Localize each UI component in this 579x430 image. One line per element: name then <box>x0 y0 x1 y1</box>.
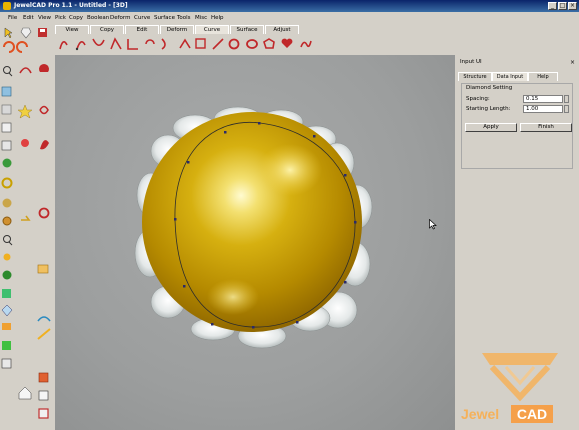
free-curve-icon[interactable] <box>59 41 68 50</box>
tab-structure[interactable]: Structure <box>458 72 492 81</box>
flower-icon[interactable] <box>21 139 29 147</box>
copy-icon[interactable] <box>38 372 49 383</box>
arrow-icon[interactable] <box>21 215 31 221</box>
mouse-cursor-icon <box>429 219 437 230</box>
viewport-3d[interactable] <box>55 55 455 430</box>
grid-curve-icon[interactable] <box>127 39 138 50</box>
curve-toolbar <box>59 37 312 51</box>
sphere-icon[interactable] <box>2 158 12 168</box>
menu-deform[interactable]: Deform <box>110 15 130 21</box>
bezier-curve-icon[interactable] <box>92 38 105 47</box>
circle-icon[interactable] <box>228 38 240 50</box>
torus-icon[interactable] <box>1 177 13 189</box>
diamond-setting-group: Diamond Setting Spacing: 0.15 Starting L… <box>461 83 573 169</box>
menu-tools[interactable]: Tools <box>177 15 191 21</box>
menu-pick[interactable]: Pick <box>55 15 66 21</box>
logo-cad: CAD <box>511 405 553 423</box>
menu-misc[interactable]: Misc <box>195 15 207 21</box>
house-icon[interactable] <box>18 386 32 400</box>
green-box-icon[interactable] <box>2 289 11 298</box>
line-icon[interactable] <box>212 38 224 50</box>
magnify-icon[interactable] <box>3 235 13 246</box>
tab-edit[interactable]: Edit <box>125 25 159 34</box>
tab-copy[interactable]: Copy <box>90 25 124 34</box>
layer-icon[interactable] <box>2 323 11 330</box>
cylinder-icon[interactable] <box>1 104 12 115</box>
wave-icon[interactable] <box>300 40 312 48</box>
offset-curve-icon[interactable] <box>110 37 122 50</box>
app-icon <box>3 2 11 10</box>
close-button[interactable]: × <box>568 2 577 10</box>
group-title: Diamond Setting <box>466 85 513 91</box>
spacing-spinner[interactable] <box>564 95 569 103</box>
tab-data-input[interactable]: Data Input <box>492 72 528 81</box>
fold-icon[interactable] <box>37 264 49 274</box>
logo-jewel: Jewel <box>461 406 500 422</box>
leaf-icon[interactable] <box>40 140 49 150</box>
paste-icon[interactable] <box>38 390 49 401</box>
star-icon[interactable] <box>17 104 33 119</box>
minimize-button[interactable]: _ <box>548 2 557 10</box>
red-curve-icon[interactable] <box>19 67 32 74</box>
tab-help[interactable]: Help <box>528 72 558 81</box>
maximize-button[interactable]: □ <box>558 2 567 10</box>
tab-deform[interactable]: Deform <box>160 25 194 34</box>
spring-icon[interactable] <box>39 105 49 115</box>
helix-curve-icon[interactable] <box>161 38 166 50</box>
ellipse-icon[interactable] <box>246 39 258 49</box>
menu-curve[interactable]: Curve <box>134 15 150 21</box>
tab-curve[interactable]: Curve <box>195 25 229 34</box>
tab-adjust[interactable]: Adjust <box>265 25 299 34</box>
sun-icon[interactable] <box>3 253 11 261</box>
left-toolbar <box>1 64 51 419</box>
menu-edit[interactable]: Edit <box>23 15 34 21</box>
point-curve-icon[interactable] <box>75 41 86 51</box>
title-bar: JewelCAD Pro 1.1 - Untitled - [3D] _ □ × <box>0 0 579 12</box>
menu-file[interactable]: File <box>8 15 17 21</box>
polygon-icon[interactable] <box>263 38 275 49</box>
shell-icon[interactable] <box>39 64 49 72</box>
panel-title-bar: Input UI × <box>455 59 579 68</box>
tab-view[interactable]: View <box>55 25 89 34</box>
panel-title: Input UI <box>460 59 482 65</box>
finish-button[interactable]: Finish <box>520 123 572 132</box>
panel-close-icon[interactable]: × <box>570 59 575 66</box>
mesh-icon[interactable] <box>1 140 12 151</box>
ring-icon[interactable] <box>2 198 12 208</box>
jewelcad-logo: Jewel CAD <box>461 405 573 423</box>
cube-icon[interactable] <box>1 86 12 97</box>
tab-surface[interactable]: Surface <box>230 25 264 34</box>
menu-view[interactable]: View <box>38 15 51 21</box>
diamond-icon[interactable] <box>1 304 13 317</box>
starting-length-label: Starting Length: <box>466 106 511 112</box>
menu-bar: File Edit View Pick Copy Boolean Deform … <box>0 12 579 24</box>
twist-icon[interactable] <box>37 316 51 322</box>
ribbon-tabs: View Copy Edit Deform Curve Surface Adju… <box>55 25 455 35</box>
stack-icon[interactable] <box>2 341 11 350</box>
spacing-label: Spacing: <box>466 96 490 102</box>
window-title: JewelCAD Pro 1.1 - Untitled - [3D] <box>14 2 128 9</box>
bend-icon[interactable] <box>37 328 51 340</box>
spiral-curve-icon[interactable] <box>145 39 155 45</box>
menu-copy[interactable]: Copy <box>69 15 83 21</box>
menu-help[interactable]: Help <box>211 15 224 21</box>
list-icon[interactable] <box>1 358 12 369</box>
menu-boolean[interactable]: Boolean <box>87 15 109 21</box>
globe-icon[interactable] <box>2 270 12 280</box>
heart-icon[interactable] <box>281 38 293 48</box>
jewelcad-logo-mark <box>482 353 558 402</box>
array-curve-icon[interactable] <box>195 38 206 49</box>
box-icon[interactable] <box>1 122 12 133</box>
spacing-field[interactable]: 0.15 <box>523 95 563 103</box>
compound-curve-icon[interactable] <box>179 38 191 49</box>
frame-icon[interactable] <box>38 408 49 419</box>
starting-length-field[interactable]: 1.00 <box>523 105 563 113</box>
menu-surface[interactable]: Surface <box>154 15 175 21</box>
starting-length-spinner[interactable] <box>564 105 569 113</box>
orange-circle-icon[interactable] <box>38 207 50 219</box>
zoom-icon[interactable] <box>3 66 13 77</box>
apply-button[interactable]: Apply <box>465 123 517 132</box>
gear-icon[interactable] <box>2 216 12 226</box>
